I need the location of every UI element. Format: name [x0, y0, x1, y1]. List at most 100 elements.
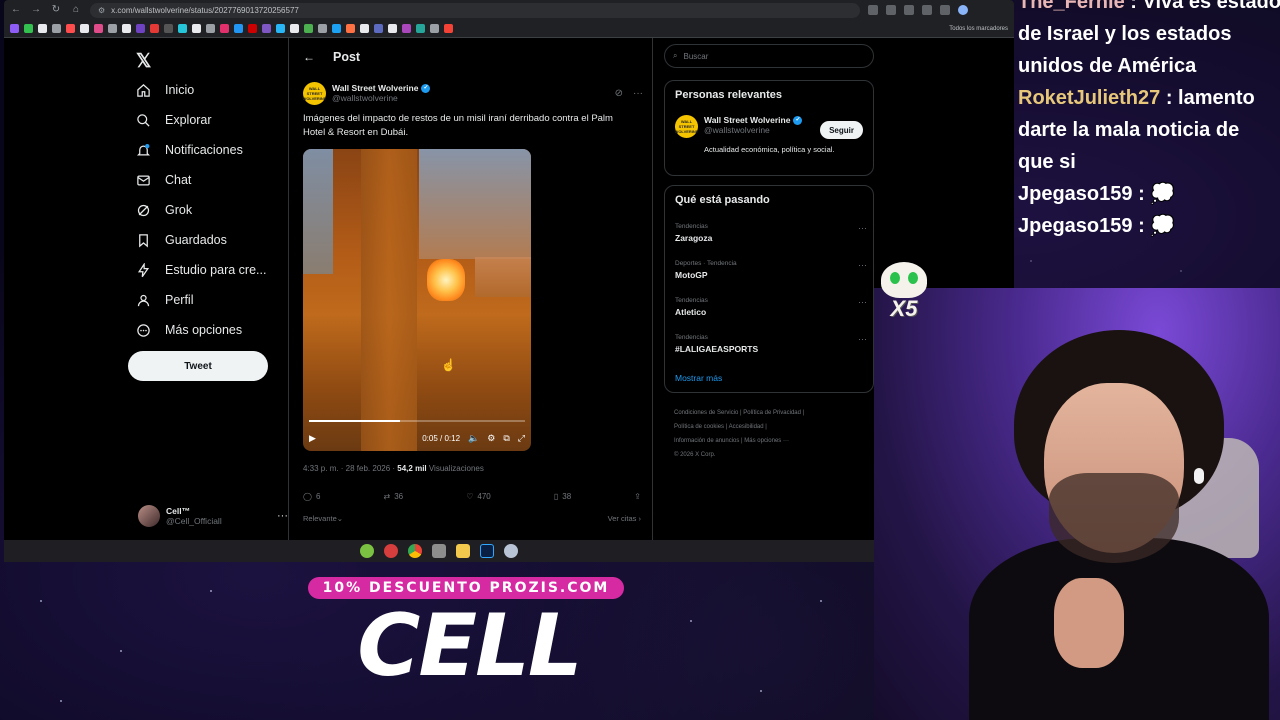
- post-timestamp[interactable]: 4:33 p. m. · 28 feb. 2026 ·: [303, 464, 397, 473]
- footer-line[interactable]: Política de cookies | Accesibilidad |: [674, 420, 869, 434]
- more-icon[interactable]: ···: [858, 334, 867, 344]
- play-icon[interactable]: ▶: [309, 433, 316, 444]
- forward-icon[interactable]: →: [30, 4, 42, 16]
- bookmark-icon[interactable]: [444, 24, 453, 33]
- bookmark-icon[interactable]: [164, 24, 173, 33]
- nav-notifications[interactable]: Notificaciones: [136, 138, 243, 162]
- avatar[interactable]: WALL STREET WOLVERINE: [675, 115, 698, 138]
- settings-icon[interactable]: ⚙: [487, 433, 495, 444]
- bookmark-icon[interactable]: [108, 24, 117, 33]
- bookmark-icon[interactable]: [290, 24, 299, 33]
- nav-more-options[interactable]: Más opciones: [136, 318, 242, 342]
- chrome-icon[interactable]: [408, 544, 422, 558]
- footer-line[interactable]: Información de anuncios | Más opciones ·…: [674, 434, 869, 448]
- bookmark-icon[interactable]: [248, 24, 257, 33]
- bookmark-icon[interactable]: [234, 24, 243, 33]
- all-bookmarks-folder[interactable]: Todos los marcadores: [949, 26, 1008, 32]
- footer-line[interactable]: Condiciones de Servicio | Política de Pr…: [674, 406, 869, 420]
- bookmark-icon[interactable]: [192, 24, 201, 33]
- more-icon[interactable]: ···: [633, 88, 643, 99]
- bookmark-icon[interactable]: [276, 24, 285, 33]
- bookmark-icon[interactable]: [80, 24, 89, 33]
- bookmark-icon[interactable]: [430, 24, 439, 33]
- avatar[interactable]: WALL STREET WOLVERINE: [303, 81, 326, 105]
- volume-icon[interactable]: 🔈: [468, 433, 479, 444]
- back-arrow-icon[interactable]: ←: [303, 50, 315, 64]
- site-info-icon[interactable]: ⚙: [98, 6, 105, 15]
- nav-profile[interactable]: Perfil: [136, 288, 193, 312]
- trend-item[interactable]: Tendencias Zaragoza ···: [675, 223, 867, 243]
- extension-icon[interactable]: [904, 5, 914, 15]
- photoshop-icon[interactable]: [480, 544, 494, 558]
- nav-home[interactable]: Inicio: [136, 78, 194, 102]
- nav-grok[interactable]: Grok: [136, 198, 192, 222]
- follow-button[interactable]: Seguir: [820, 121, 863, 139]
- quotes-link[interactable]: Ver citas ›: [608, 514, 641, 523]
- reply-button[interactable]: ◯ 6: [303, 492, 320, 501]
- bookmark-icon[interactable]: [346, 24, 355, 33]
- video-progress-bar[interactable]: [309, 420, 525, 422]
- extension-icon[interactable]: [922, 5, 932, 15]
- bookmark-icon[interactable]: [262, 24, 271, 33]
- bookmark-icon[interactable]: [136, 24, 145, 33]
- trend-item[interactable]: Tendencias #LALIGAEASPORTS ···: [675, 334, 867, 354]
- bookmark-icon[interactable]: [388, 24, 397, 33]
- nav-creator-studio[interactable]: Estudio para cre...: [136, 258, 266, 282]
- tweet-button[interactable]: Tweet: [128, 351, 268, 381]
- share-button[interactable]: ⇪: [634, 492, 641, 501]
- bookmark-icon[interactable]: [66, 24, 75, 33]
- bookmark-button[interactable]: ▯ 38: [554, 492, 571, 501]
- bookmark-icon[interactable]: [402, 24, 411, 33]
- bookmark-icon[interactable]: [38, 24, 47, 33]
- bookmark-icon[interactable]: [360, 24, 369, 33]
- bookmark-icon[interactable]: [318, 24, 327, 33]
- back-icon[interactable]: ←: [10, 4, 22, 16]
- bookmark-icon[interactable]: [332, 24, 341, 33]
- nav-explore[interactable]: Explorar: [136, 108, 212, 132]
- app-icon[interactable]: [384, 544, 398, 558]
- bookmark-icon[interactable]: [206, 24, 215, 33]
- bookmark-icon[interactable]: [94, 24, 103, 33]
- trend-item[interactable]: Tendencias Atletico ···: [675, 297, 867, 317]
- more-icon[interactable]: ···: [858, 223, 867, 233]
- bookmark-icon[interactable]: [304, 24, 313, 33]
- search-input[interactable]: ⌕ Buscar: [664, 44, 874, 68]
- grok-icon[interactable]: ⊘: [615, 88, 623, 99]
- download-icon[interactable]: [940, 5, 950, 15]
- author-name-row[interactable]: Wall Street Wolverine ✓: [332, 83, 431, 93]
- nav-chat[interactable]: Chat: [136, 168, 191, 192]
- address-bar[interactable]: ⚙ x.com/wallstwolverine/status/202776901…: [90, 2, 860, 18]
- bookmark-icon[interactable]: [122, 24, 131, 33]
- extension-icon[interactable]: [868, 5, 878, 15]
- home-icon[interactable]: ⌂: [70, 4, 82, 16]
- account-switcher[interactable]: Cell™ @Cell_Officiall ···: [138, 502, 288, 530]
- video-player[interactable]: ▶ 0:05 / 0:12 🔈 ⚙ ⧉ ⤢: [303, 149, 531, 451]
- author-handle[interactable]: @wallstwolverine: [332, 93, 430, 103]
- reload-icon[interactable]: ↻: [50, 4, 62, 16]
- bookmark-icon[interactable]: [220, 24, 229, 33]
- app-icon[interactable]: [432, 544, 446, 558]
- app-icon[interactable]: [360, 544, 374, 558]
- fullscreen-icon[interactable]: ⤢: [518, 433, 525, 444]
- bookmark-icon[interactable]: [416, 24, 425, 33]
- extension-icon[interactable]: [886, 5, 896, 15]
- bookmark-icon[interactable]: [178, 24, 187, 33]
- profile-icon[interactable]: [958, 5, 968, 15]
- reply-sort-dropdown[interactable]: Relevante⌄: [303, 514, 343, 523]
- bookmark-icon[interactable]: [374, 24, 383, 33]
- bookmark-icon[interactable]: [52, 24, 61, 33]
- folder-icon[interactable]: [456, 544, 470, 558]
- bookmark-icon[interactable]: [150, 24, 159, 33]
- nav-bookmarks[interactable]: Guardados: [136, 228, 227, 252]
- app-icon[interactable]: [504, 544, 518, 558]
- like-button[interactable]: ♡ 470: [466, 492, 491, 501]
- more-icon[interactable]: ···: [858, 297, 867, 307]
- repost-button[interactable]: ⇄ 36: [384, 492, 404, 501]
- bookmark-icon[interactable]: [10, 24, 19, 33]
- more-icon[interactable]: ···: [277, 510, 288, 522]
- trend-item[interactable]: Deportes · Tendencia MotoGP ···: [675, 260, 867, 280]
- x-logo-icon[interactable]: 𝕏: [136, 50, 151, 73]
- show-more-link[interactable]: Mostrar más: [675, 373, 722, 383]
- bookmark-icon[interactable]: [24, 24, 33, 33]
- pip-icon[interactable]: ⧉: [503, 433, 509, 444]
